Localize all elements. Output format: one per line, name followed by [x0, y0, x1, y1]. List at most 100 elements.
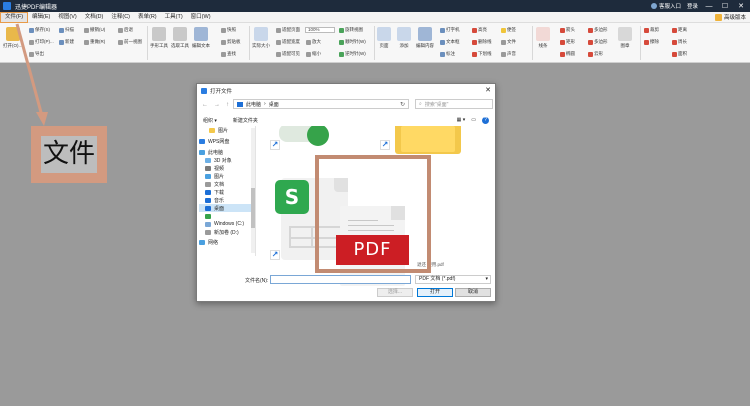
zoom-select[interactable]: 100%	[305, 27, 335, 33]
actual-size-button[interactable]: 实际大小	[252, 27, 270, 49]
nav-item[interactable]: 此电脑	[199, 148, 255, 156]
nav-item[interactable]: 图片	[199, 126, 255, 134]
dialog-close-button[interactable]: ✕	[485, 86, 491, 94]
app-shortcut-icon[interactable]	[307, 126, 329, 146]
print-button[interactable]: 打印(P)...	[29, 39, 54, 45]
rotate-clockwise-button[interactable]: 顺时针(W)	[339, 39, 366, 45]
previous-view-button[interactable]: 前一视图	[118, 39, 142, 45]
scrollbar-thumb[interactable]	[251, 188, 255, 228]
nav-item[interactable]: 新加卷 (D:)	[199, 228, 255, 236]
close-button[interactable]: ✕	[736, 2, 746, 10]
edit-text-button[interactable]: 编辑文本	[192, 27, 210, 49]
fit-visible-button[interactable]: 适配可见	[276, 51, 300, 57]
nav-item[interactable]	[199, 212, 255, 220]
premium-version-button[interactable]: 高级版本	[714, 13, 746, 21]
menu-view[interactable]: 视图(V)	[54, 12, 80, 23]
nav-item[interactable]: 文档	[199, 180, 255, 188]
redo-button[interactable]: 重做(R)	[84, 39, 105, 45]
cloud-button[interactable]: 云形	[588, 51, 603, 57]
breadcrumb-pc[interactable]: 此电脑	[246, 101, 261, 108]
rectangle-button[interactable]: 矩形	[560, 39, 575, 45]
back-arrow-icon[interactable]: ←	[202, 102, 208, 108]
arrow-button[interactable]: 箭头	[560, 27, 575, 33]
folder-item[interactable]	[395, 126, 461, 154]
filename-input[interactable]	[270, 275, 411, 284]
pages-button[interactable]: 页面	[377, 27, 391, 49]
snapshot-button[interactable]: 快照	[221, 27, 236, 33]
menu-file[interactable]: 文件(F)	[0, 11, 29, 23]
nav-item[interactable]: WPS网盘	[199, 137, 255, 145]
polygon-button[interactable]: 多边形	[588, 39, 608, 45]
menu-window[interactable]: 窗口(W)	[187, 12, 215, 23]
stamp-button[interactable]: 图章	[618, 27, 632, 49]
typewriter-button[interactable]: 打字机	[440, 27, 460, 33]
menu-tools[interactable]: 工具(T)	[161, 12, 187, 23]
filetype-select[interactable]: PDF 文档 (*.pdf) ▾	[415, 275, 491, 284]
save-button[interactable]: 保存(S)	[29, 27, 50, 33]
help-icon[interactable]: ?	[482, 116, 489, 124]
view-options-icon[interactable]: ▦ ▾	[457, 117, 466, 123]
open-button[interactable]: 打开	[417, 288, 453, 297]
open-button[interactable]: 打开(O)...	[3, 27, 22, 49]
nav-item[interactable]: 视频	[199, 164, 255, 172]
new-button[interactable]: 新建	[59, 39, 74, 45]
insert-button[interactable]: 添加	[397, 27, 411, 49]
organize-button[interactable]: 组织 ▾	[203, 117, 217, 124]
clipboard-button[interactable]: 剪贴板	[221, 39, 241, 45]
cancel-button[interactable]: 取消	[455, 288, 491, 297]
select-button[interactable]: 选择...	[377, 288, 413, 297]
maximize-button[interactable]: ☐	[720, 2, 730, 10]
nav-item[interactable]: 音乐	[199, 196, 255, 204]
nav-item[interactable]: 网络	[199, 238, 255, 246]
hand-tool-button[interactable]: 手形工具	[150, 27, 168, 49]
nav-item[interactable]: 图片	[199, 172, 255, 180]
preview-pane-icon[interactable]: ▭	[471, 117, 476, 123]
strikethrough-button[interactable]: 删除线	[472, 39, 492, 45]
nav-item-desktop[interactable]: 桌面	[199, 204, 255, 212]
new-folder-button[interactable]: 新建文件夹	[233, 117, 258, 124]
line-button[interactable]: 线条	[536, 27, 550, 49]
fit-page-button[interactable]: 适配页面	[276, 27, 300, 33]
login-link[interactable]: 登录	[687, 2, 698, 10]
menu-document[interactable]: 文档(D)	[81, 12, 108, 23]
erase-button[interactable]: 擦除	[644, 39, 659, 45]
area-button[interactable]: 面积	[672, 51, 687, 57]
nav-scrollbar[interactable]	[251, 128, 255, 253]
breadcrumb-desktop[interactable]: 桌面	[269, 101, 279, 108]
up-arrow-icon[interactable]: ↑	[226, 102, 229, 108]
menu-form[interactable]: 表单(R)	[134, 12, 161, 23]
highlight-button[interactable]: 高亮	[472, 27, 487, 33]
underline-button[interactable]: 下划线	[472, 51, 492, 57]
nav-item[interactable]: 3D 对象	[199, 156, 255, 164]
fit-width-button[interactable]: 适配宽度	[276, 39, 300, 45]
oval-button[interactable]: 椭圆	[560, 51, 575, 57]
select-tool-button[interactable]: 选取工具	[171, 27, 189, 49]
perimeter-button[interactable]: 周长	[672, 39, 687, 45]
menu-comment[interactable]: 注释(C)	[107, 12, 134, 23]
export-button[interactable]: 导出	[29, 51, 44, 57]
zoom-out-button[interactable]: 缩小	[306, 51, 321, 57]
search-input[interactable]: ⌕ 搜索"桌面"	[415, 99, 493, 109]
forward-arrow-icon[interactable]: →	[214, 102, 220, 108]
sound-button[interactable]: 声音	[501, 51, 516, 57]
menu-edit[interactable]: 编辑(E)	[28, 12, 54, 23]
breadcrumb[interactable]: 此电脑 › 桌面 ↻	[233, 99, 409, 109]
attach-file-button[interactable]: 文件	[501, 39, 516, 45]
nav-item[interactable]: Windows (C:)	[199, 220, 255, 228]
undo-button[interactable]: 撤销(U)	[84, 27, 105, 33]
polyline-button[interactable]: 多边形	[588, 27, 608, 33]
minimize-button[interactable]: —	[704, 3, 714, 10]
distance-button[interactable]: 距离	[672, 27, 687, 33]
scan-button[interactable]: 扫描	[59, 27, 74, 33]
customer-service-link[interactable]: 客服入口	[650, 2, 681, 10]
callout-button[interactable]: 标注	[440, 51, 455, 57]
nav-item[interactable]: 下载	[199, 188, 255, 196]
zoom-in-button[interactable]: 放大	[306, 39, 321, 45]
rotate-counterclockwise-button[interactable]: 逆时针(W)	[339, 51, 366, 57]
refresh-icon[interactable]: ↻	[400, 101, 405, 108]
crop-button[interactable]: 裁剪	[644, 27, 659, 33]
rotate-view-button[interactable]: 旋转视图	[339, 27, 363, 33]
textbox-button[interactable]: 文本框	[440, 39, 460, 45]
find-button[interactable]: 查找	[221, 51, 236, 57]
note-button[interactable]: 便签	[501, 27, 516, 33]
